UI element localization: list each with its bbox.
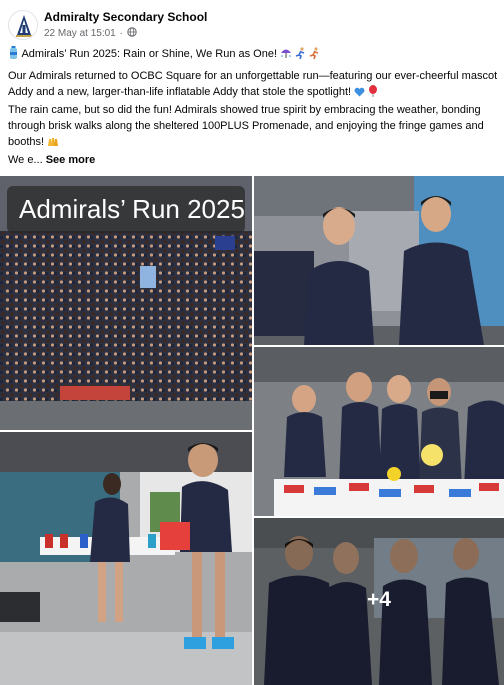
post-paragraph-2: The rain came, but so did the fun! Admir…	[8, 102, 498, 150]
board-game-photo-image	[254, 347, 504, 516]
photo-students-standing[interactable]	[254, 176, 504, 345]
umbrella-rain-icon	[281, 49, 292, 58]
red-balloon-icon	[369, 85, 378, 97]
paragraph-1-text: Our Admirals returned to OCBC Square for…	[8, 70, 498, 98]
photo-board-game[interactable]	[254, 347, 504, 516]
person-running-icon	[295, 47, 305, 59]
blue-heart-icon	[354, 87, 365, 97]
photo-game-booth[interactable]	[0, 432, 252, 685]
person-running-icon-2	[309, 47, 319, 59]
photo-group-crowd[interactable]: Admirals’ Run 2025	[0, 176, 252, 430]
school-crest-icon	[10, 12, 37, 39]
see-more-link[interactable]: See more	[46, 154, 96, 166]
photo-overlay-title: Admirals’ Run 2025	[7, 186, 245, 233]
avatar[interactable]	[8, 10, 38, 40]
post-meta: 22 May at 15:01 ·	[44, 27, 137, 39]
students-photo-image	[254, 176, 504, 345]
raising-hands-icon	[48, 138, 59, 146]
more-photos-count[interactable]: +4	[254, 588, 504, 612]
post-paragraph-1: Our Admirals returned to OCBC Square for…	[8, 68, 498, 100]
post-paragraph-3: We e... See more	[8, 152, 498, 168]
photo-more-girls[interactable]: +4	[254, 518, 504, 685]
post-header: Admiralty Secondary School 22 May at 15:…	[0, 0, 504, 40]
paragraph-2-text: The rain came, but so did the fun! Admir…	[8, 104, 484, 148]
post-title-line: Admirals’ Run 2025: Rain or Shine, We Ru…	[8, 46, 498, 62]
paragraph-3-text: We e...	[8, 154, 43, 166]
meta-separator: ·	[119, 28, 123, 39]
post-title-text: Admirals’ Run 2025: Rain or Shine, We Ru…	[21, 48, 278, 60]
game-booth-photo-image	[0, 432, 252, 685]
globe-icon	[126, 27, 137, 37]
post-timestamp[interactable]: 22 May at 15:01	[44, 28, 116, 39]
water-bottle-icon	[10, 46, 17, 59]
page-author-name[interactable]: Admiralty Secondary School	[44, 10, 207, 24]
